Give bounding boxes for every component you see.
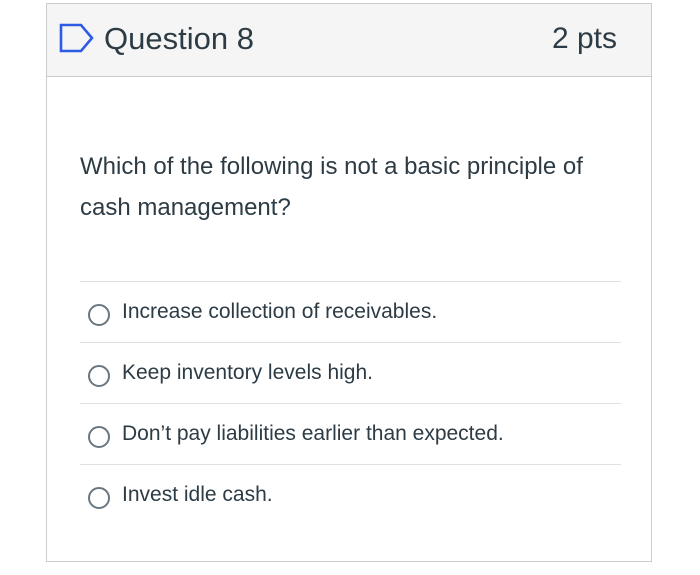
- question-title: Question 8: [104, 21, 254, 56]
- question-header: Question 8 2 pts: [47, 4, 651, 77]
- answer-option[interactable]: Keep inventory levels high.: [80, 343, 621, 404]
- answer-list: Increase collection of receivables. Keep…: [80, 281, 621, 526]
- radio-button[interactable]: [88, 304, 110, 326]
- answer-option[interactable]: Don’t pay liabilities earlier than expec…: [80, 404, 621, 465]
- question-card: Question 8 2 pts Which of the following …: [46, 3, 652, 562]
- answer-option[interactable]: Invest idle cash.: [80, 465, 621, 526]
- radio-button[interactable]: [88, 365, 110, 387]
- radio-button[interactable]: [88, 426, 110, 448]
- answer-label[interactable]: Don’t pay liabilities earlier than expec…: [122, 419, 504, 449]
- question-points: 2 pts: [551, 22, 617, 55]
- answer-label[interactable]: Keep inventory levels high.: [122, 358, 373, 388]
- answer-option[interactable]: Increase collection of receivables.: [80, 282, 621, 343]
- answer-label[interactable]: Increase collection of receivables.: [122, 297, 437, 327]
- radio-button[interactable]: [88, 487, 110, 509]
- flag-outline-icon[interactable]: [59, 23, 95, 53]
- question-text: Which of the following is not a basic pr…: [80, 153, 583, 221]
- answer-label[interactable]: Invest idle cash.: [122, 480, 273, 510]
